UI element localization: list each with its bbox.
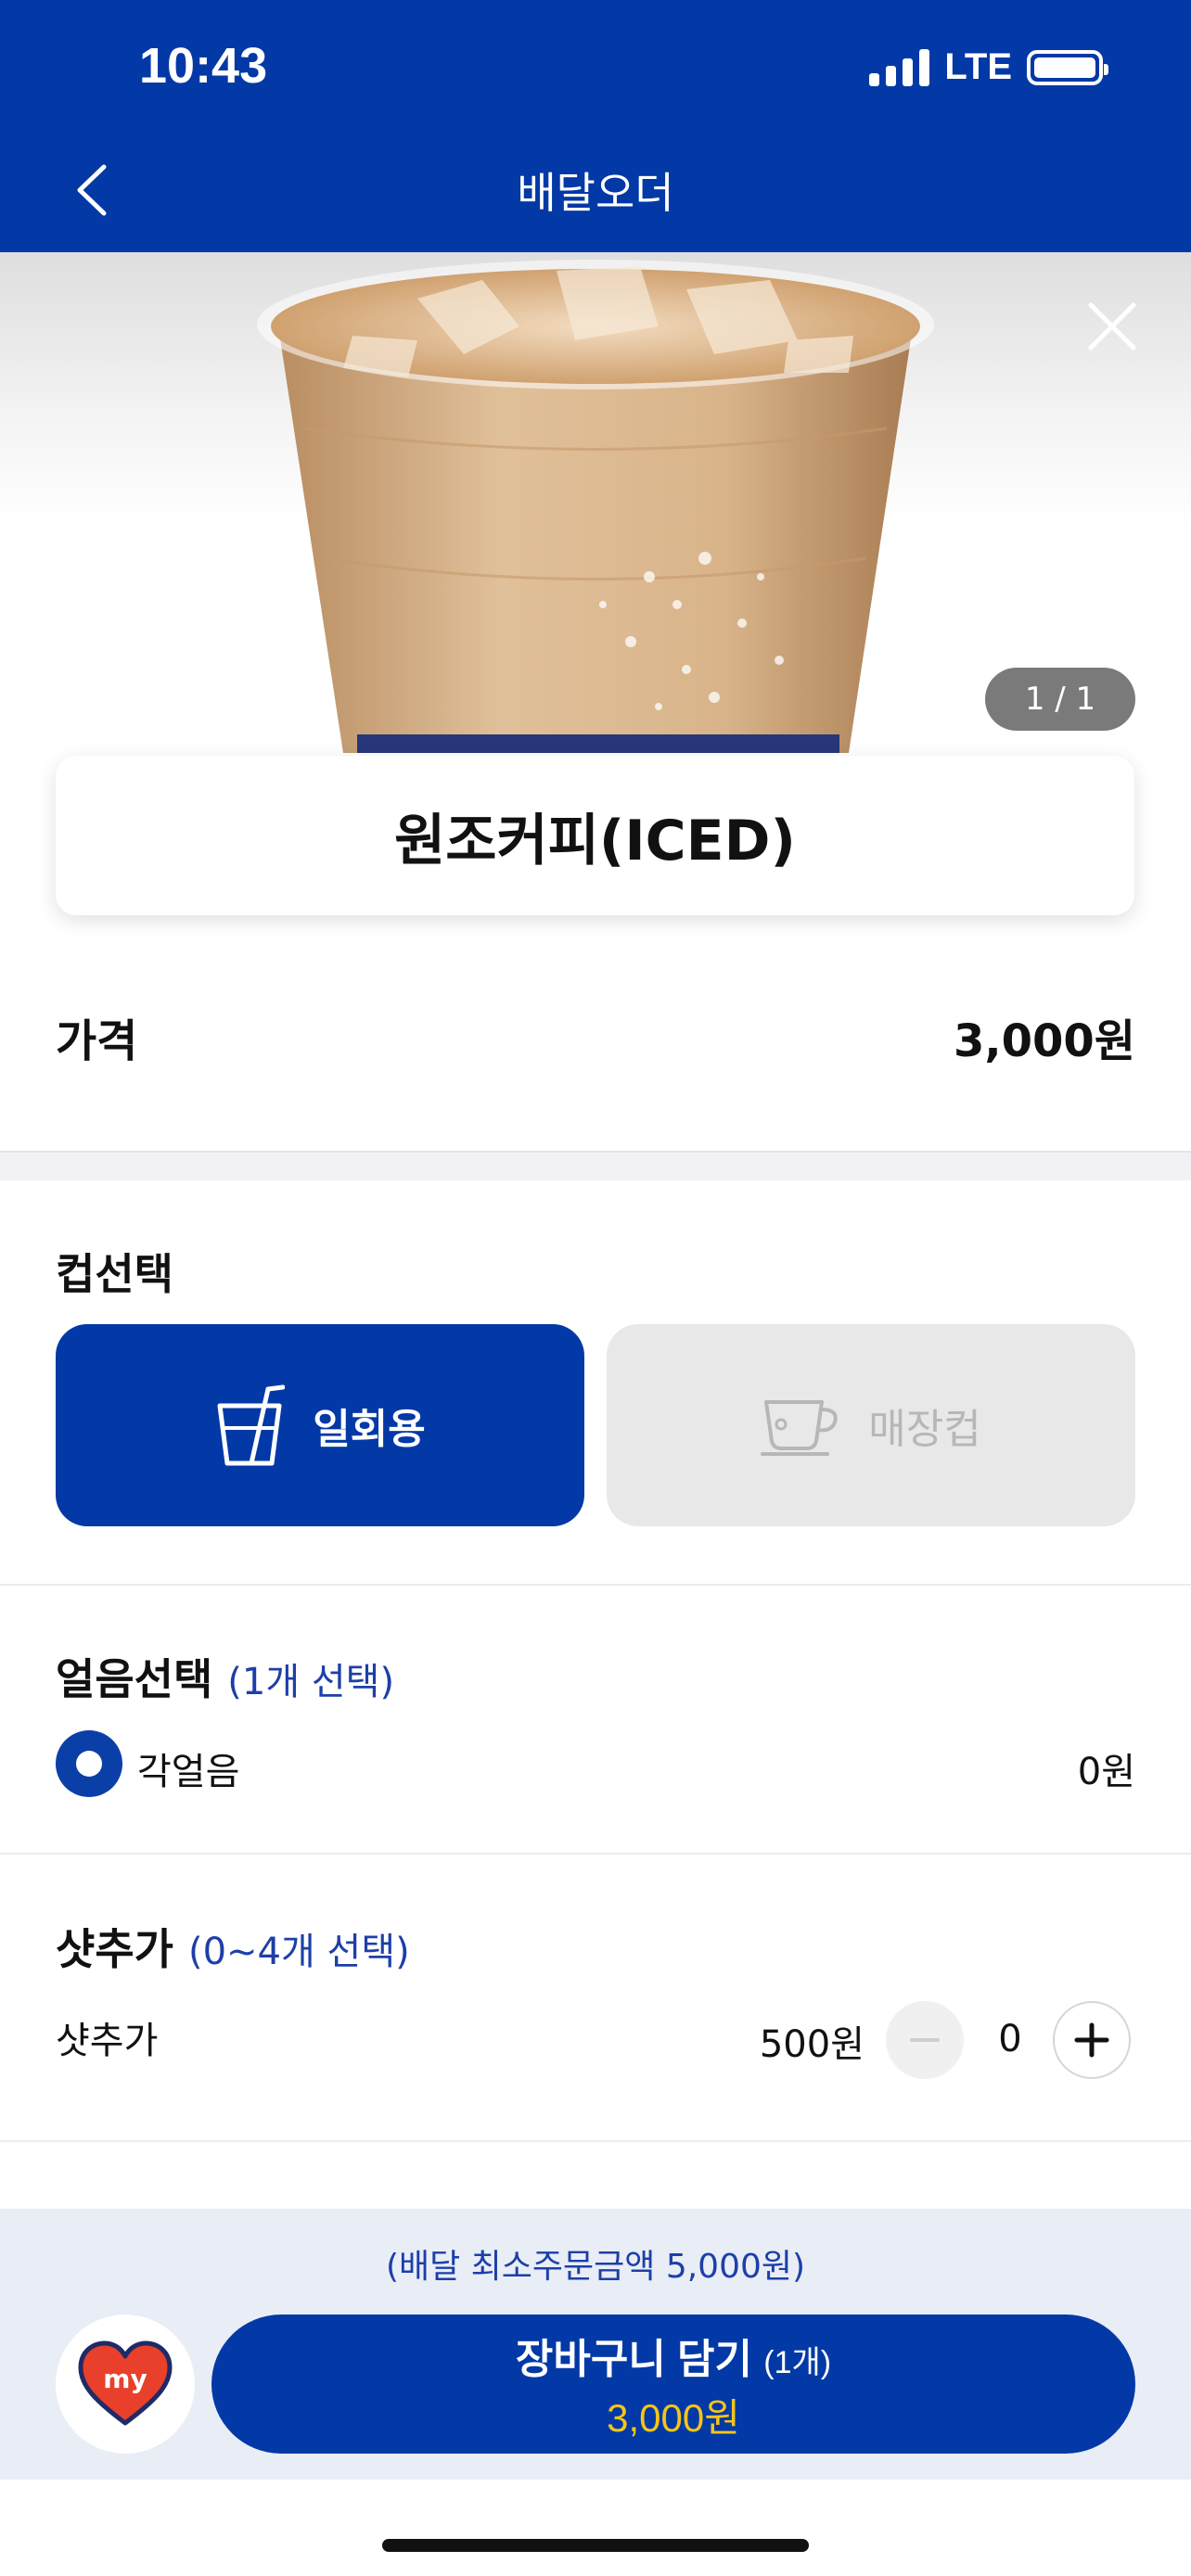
minus-icon: [910, 2038, 940, 2042]
divider: [0, 2140, 1191, 2142]
close-button[interactable]: [1080, 294, 1145, 359]
page-title: 배달오더: [517, 168, 674, 218]
product-name: 원조커피(ICED): [394, 808, 796, 874]
close-icon: [1088, 302, 1136, 351]
shot-add-subtitle: (0~4개 선택): [187, 1931, 410, 1973]
cart-label-row: 장바구니 담기 (1개): [516, 2326, 831, 2385]
signal-icon: [869, 48, 930, 86]
cup-option-label: 일회용: [313, 1407, 426, 1452]
cart-count: (1개): [763, 2344, 832, 2380]
price-label: 가격: [56, 1015, 138, 1067]
network-label: LTE: [944, 46, 1012, 87]
shot-add-title: 샷추가 (0~4개 선택): [56, 1916, 410, 1977]
ice-option-radio[interactable]: [56, 1730, 122, 1797]
status-indicators: LTE: [869, 46, 1108, 88]
divider: [0, 1584, 1191, 1586]
section-divider: [0, 1151, 1191, 1180]
my-favorites-button[interactable]: my: [56, 2315, 195, 2454]
my-badge-text: my: [103, 2364, 147, 2394]
mug-icon: [761, 1400, 838, 1456]
product-image: 1 / 1: [0, 252, 1191, 753]
shot-decrement-button[interactable]: [886, 2001, 964, 2079]
battery-icon: [1027, 49, 1108, 85]
status-time: 10:43: [139, 38, 268, 94]
disposable-cup-icon: [217, 1384, 286, 1466]
cart-price: 3,000원: [607, 2395, 740, 2440]
shot-add-title-text: 샷추가: [56, 1924, 173, 1974]
shot-add-item-price: 500원: [759, 2023, 864, 2066]
price-value: 3,000원: [954, 1015, 1135, 1067]
ice-option-price: 0원: [1077, 1751, 1135, 1793]
ice-option-label[interactable]: 각얼음: [137, 1741, 239, 1795]
heart-my-icon: my: [78, 2340, 173, 2426]
divider: [0, 1853, 1191, 1855]
shot-increment-button[interactable]: [1053, 2001, 1131, 2079]
shot-count: 0: [998, 2018, 1022, 2060]
cup-select-title: 컵선택: [56, 1249, 173, 1299]
home-indicator: [382, 2539, 809, 2552]
cart-label: 장바구니 담기: [515, 2336, 753, 2382]
add-to-cart-button[interactable]: 장바구니 담기 (1개) 3,000원: [211, 2315, 1135, 2454]
cup-option-disposable[interactable]: 일회용: [56, 1324, 584, 1526]
cup-option-store-mug[interactable]: 매장컵: [607, 1324, 1135, 1526]
ice-select-subtitle: (1개 선택): [227, 1661, 395, 1703]
minimum-order-notice: (배달 최소주문금액 5,000원): [385, 2248, 806, 2286]
plus-icon: [1074, 2022, 1109, 2058]
image-page-indicator: 1 / 1: [985, 668, 1135, 731]
ice-select-title-text: 얼음선택: [56, 1654, 213, 1704]
ice-select-title: 얼음선택 (1개 선택): [56, 1646, 394, 1707]
product-name-card: 원조커피(ICED): [56, 756, 1134, 915]
shot-add-item-label: 샷추가: [56, 2020, 159, 2062]
cup-option-label: 매장컵: [868, 1407, 981, 1452]
